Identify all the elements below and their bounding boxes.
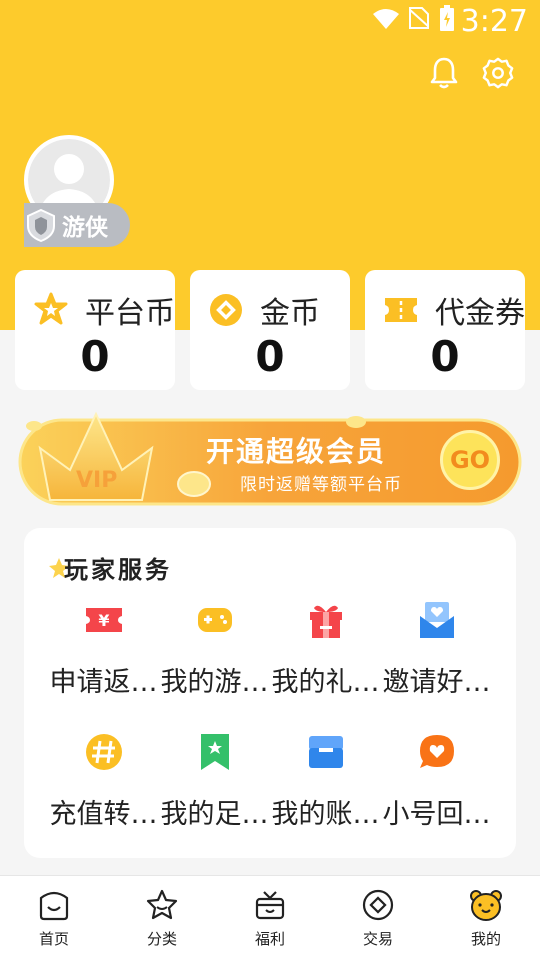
service-recharge-transfer[interactable]: 充值转… <box>48 732 159 831</box>
settings-button[interactable] <box>482 56 514 90</box>
vip-banner[interactable]: VIP 开通超级会员 限时返赠等额平台币 GO <box>18 406 522 506</box>
vip-subtitle: 限时返赠等额平台币 <box>240 475 402 495</box>
sim-card-icon <box>409 7 429 29</box>
nav-mine[interactable]: 我的 <box>432 876 540 960</box>
notification-button[interactable] <box>428 56 460 90</box>
stat-value: 0 <box>430 332 460 381</box>
nav-label: 首页 <box>38 930 69 948</box>
account-box-icon <box>308 736 343 768</box>
bell-icon <box>430 57 458 89</box>
bookmark-icon <box>200 734 229 770</box>
service-my-games[interactable]: 我的游… <box>159 600 270 699</box>
stat-value: 0 <box>80 332 110 381</box>
service-label: 我的账… <box>271 799 380 830</box>
service-label: 我的足… <box>160 799 269 830</box>
stat-value: 0 <box>255 332 285 381</box>
voucher-icon <box>385 298 417 322</box>
home-icon <box>39 891 69 921</box>
nav-welfare[interactable]: 福利 <box>216 876 324 960</box>
platform-coin-card[interactable]: 平台币 0 <box>15 270 175 390</box>
gear-icon <box>482 57 514 89</box>
nav-home[interactable]: 首页 <box>0 876 108 960</box>
level-badge: 游侠 <box>24 203 130 247</box>
nav-trade[interactable]: 交易 <box>324 876 432 960</box>
gift-box-icon <box>255 891 285 920</box>
star-badge-icon <box>34 292 68 325</box>
rebate-ticket-icon: ¥ <box>85 608 122 632</box>
service-my-account[interactable]: 我的账… <box>270 732 381 831</box>
service-label: 充值转… <box>49 799 158 830</box>
service-apply-rebate[interactable]: ¥ 申请返… <box>48 600 159 699</box>
bear-face-icon <box>470 890 502 921</box>
vip-go-button[interactable]: GO <box>440 430 500 490</box>
vip-badge-text: VIP <box>76 468 118 493</box>
nav-label: 我的 <box>470 930 501 948</box>
service-label: 我的礼… <box>271 667 380 698</box>
top-actions <box>428 56 514 90</box>
service-my-footprints[interactable]: 我的足… <box>159 732 270 831</box>
invite-mail-icon <box>419 602 454 638</box>
shield-icon <box>27 208 55 242</box>
service-my-gifts[interactable]: 我的礼… <box>270 600 381 699</box>
service-alt-account-recycle[interactable]: 小号回… <box>381 732 492 831</box>
gold-coin-icon <box>210 294 242 326</box>
service-label: 小号回… <box>382 799 491 830</box>
chat-heart-icon <box>419 735 454 768</box>
nav-label: 福利 <box>254 930 285 948</box>
wifi-icon <box>373 9 399 29</box>
category-star-icon <box>146 889 178 920</box>
status-time: 3:27 <box>460 4 528 39</box>
stat-label: 代金券 <box>435 296 525 331</box>
stat-label: 金币 <box>260 296 320 331</box>
hash-coin-icon <box>85 734 122 770</box>
nav-label: 交易 <box>362 930 393 948</box>
service-label: 我的游… <box>160 667 269 698</box>
vip-title: 开通超级会员 <box>206 435 387 468</box>
player-services-card: 玩家服务 ¥ 申请返… 我的游… 我的礼… 邀请好… 充值转… 我的足… 我的账… <box>24 528 516 858</box>
voucher-card[interactable]: 代金券 0 <box>365 270 525 390</box>
status-bar: 3:27 <box>0 0 540 44</box>
bottom-nav: 首页 分类 福利 交易 我的 <box>0 875 540 960</box>
service-label: 申请返… <box>49 667 158 698</box>
trade-coin-icon <box>362 889 394 921</box>
nav-label: 分类 <box>146 930 177 948</box>
service-invite-friends[interactable]: 邀请好… <box>381 600 492 699</box>
battery-charging-icon <box>440 5 454 31</box>
gift-icon <box>309 605 342 638</box>
svg-text:¥: ¥ <box>98 611 109 630</box>
level-label: 游侠 <box>62 215 108 241</box>
services-title: 玩家服务 <box>64 556 172 584</box>
nav-category[interactable]: 分类 <box>108 876 216 960</box>
service-label: 邀请好… <box>382 667 491 698</box>
stat-label: 平台币 <box>85 296 175 331</box>
gold-coin-card[interactable]: 金币 0 <box>190 270 350 390</box>
gamepad-icon <box>197 608 232 632</box>
